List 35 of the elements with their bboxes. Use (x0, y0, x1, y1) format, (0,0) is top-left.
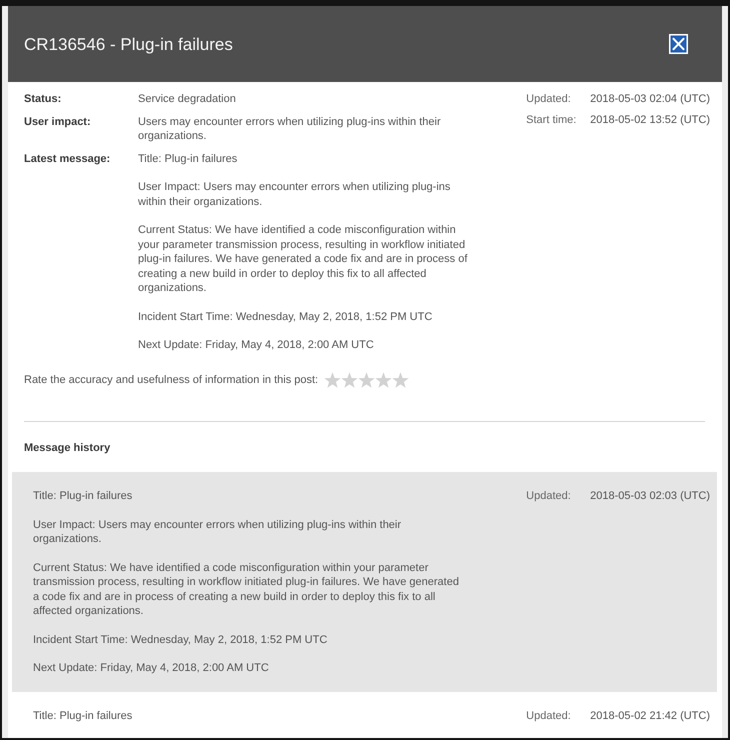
message-text: Current Status: We have identified a code misconfiguration within your parameter transmission process, resulting in workflow initiated plug-in failures. We have generated a code fix and are in process of creating a new build in order to deploy this fix to all affected organizations. (33, 560, 460, 618)
star-rating[interactable] (324, 372, 410, 388)
message-text: Incident Start Time: Wednesday, May 2, 2018, 1:52 PM UTC (138, 310, 434, 324)
star-icon[interactable] (375, 372, 392, 388)
timestamp-label: Updated: (526, 92, 572, 106)
message-text: User Impact: Users may encounter errors when utilizing plug-ins within their organizations. (138, 180, 452, 209)
star-icon[interactable] (392, 372, 410, 388)
timestamp-value: 2018-05-03 02:03 (UTC) (590, 489, 710, 504)
timestamp-label: Updated: (526, 489, 572, 504)
message-text: Title: Plug-in failures (33, 489, 134, 504)
field-label: User impact: (24, 114, 92, 130)
message-text: Current Status: We have identified a code misconfiguration within your parameter transmission process, resulting in workflow initiated plug-in failures. We have generated a code fix and are in process of creating a new build in order to deploy this fix to all affected organizations. (138, 223, 468, 296)
field-label: Latest message: (24, 152, 112, 166)
section-heading: Message history (24, 440, 112, 455)
message-text: Incident Start Time: Wednesday, May 2, 2018, 1:52 PM UTC (33, 632, 328, 647)
close-button[interactable] (669, 34, 688, 54)
star-icon[interactable] (341, 372, 358, 388)
message-text: Next Update: Friday, May 4, 2018, 2:00 AM UTC (33, 661, 270, 676)
timestamp-value: 2018-05-02 13:52 (UTC) (590, 112, 710, 127)
timestamp-label: Start time: (526, 112, 578, 127)
star-icon[interactable] (324, 372, 342, 388)
field-label: Status: (24, 92, 62, 106)
message-text: Title: Plug-in failures (33, 708, 134, 723)
message-text: User Impact: Users may encounter errors when utilizing plug-ins within their organizations. (33, 518, 402, 546)
message-text: Next Update: Friday, May 4, 2018, 2:00 AM UTC (138, 338, 375, 352)
dialog-title: CR136546 - Plug-in failures (24, 34, 233, 56)
message-text: Title: Plug-in failures (138, 152, 238, 166)
field-value: Users may encounter errors when utilizing plug-ins within their organizations. (138, 114, 442, 144)
field-value: Service degradation (138, 92, 237, 106)
close-icon (669, 34, 688, 54)
timestamp-value: 2018-05-03 02:04 (UTC) (590, 92, 710, 106)
timestamp-value: 2018-05-02 21:42 (UTC) (590, 708, 710, 723)
star-icon[interactable] (358, 372, 376, 388)
rating-prompt: Rate the accuracy and usefulness of information in this post: (24, 372, 318, 388)
timestamp-label: Updated: (526, 708, 572, 723)
